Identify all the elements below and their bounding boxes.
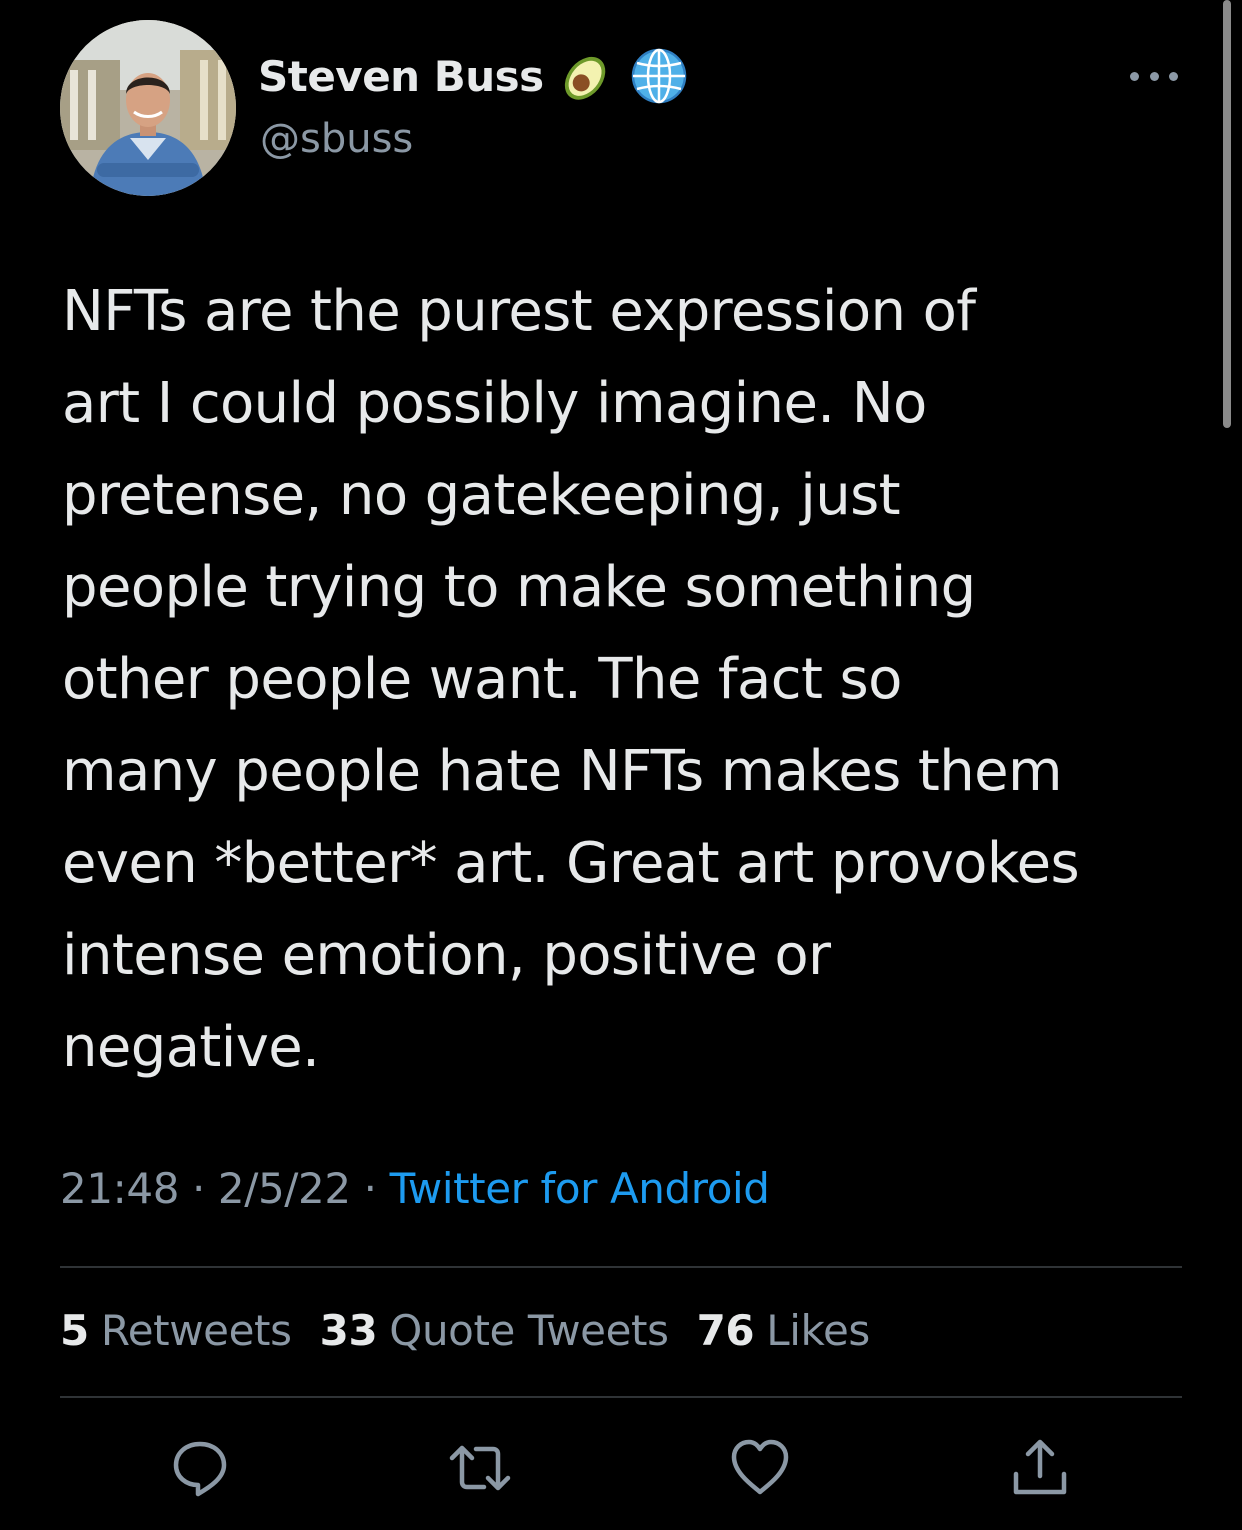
more-options-icon[interactable] [1128, 60, 1180, 92]
divider [60, 1266, 1182, 1268]
likes-count: 76 [696, 1306, 755, 1355]
tweet-text: NFTs are the purest expression of art I … [62, 266, 1202, 1094]
quote-tweets-count: 33 [319, 1306, 378, 1355]
divider [60, 1396, 1182, 1398]
tweet-line: pretense, no gatekeeping, just [62, 463, 901, 528]
reply-icon[interactable] [168, 1436, 232, 1500]
meta-separator: · [179, 1164, 218, 1213]
retweets-count: 5 [60, 1306, 89, 1355]
quote-tweets-stat[interactable]: 33 Quote Tweets [320, 1306, 669, 1355]
retweets-label: Retweets [100, 1306, 292, 1355]
tweet-stats: 5 Retweets 33 Quote Tweets 76 Likes [60, 1306, 870, 1355]
quote-tweets-label: Quote Tweets [389, 1306, 669, 1355]
likes-label: Likes [766, 1306, 870, 1355]
tweet-meta: 21:48 · 2/5/22 · Twitter for Android [60, 1164, 770, 1213]
tweet-line: even *better* art. Great art provokes [62, 831, 1080, 896]
retweets-stat[interactable]: 5 Retweets [60, 1306, 292, 1355]
avatar[interactable] [60, 20, 236, 196]
author-handle[interactable]: @sbuss [260, 116, 413, 162]
tweet-line: negative. [62, 1015, 320, 1080]
avocado-icon [564, 56, 605, 100]
like-icon[interactable] [728, 1436, 792, 1500]
more-dot [1130, 71, 1139, 81]
tweet-line: intense emotion, positive or [62, 923, 831, 988]
tweet-time[interactable]: 21:48 [60, 1164, 179, 1213]
more-dot [1149, 71, 1159, 81]
tweet-line: art I could possibly imagine. No [62, 371, 927, 436]
display-name[interactable]: Steven Buss [258, 52, 544, 101]
tweet-line: many people hate NFTs makes them [62, 739, 1063, 804]
more-dot [1169, 71, 1178, 81]
tweet-line: NFTs are the purest expression of [62, 279, 976, 344]
globe-icon [631, 48, 686, 104]
tweet-line: people trying to make something [62, 555, 976, 620]
retweet-icon[interactable] [448, 1436, 512, 1500]
tweet-line: other people want. The fact so [62, 647, 902, 712]
likes-stat[interactable]: 76 Likes [696, 1306, 871, 1355]
tweet-source-link[interactable]: Twitter for Android [390, 1164, 770, 1213]
share-icon[interactable] [1008, 1436, 1072, 1500]
avatar-image [60, 20, 236, 196]
scrollbar[interactable] [1223, 0, 1231, 428]
author-name-row[interactable]: Steven Buss [258, 44, 688, 108]
tweet-date[interactable]: 2/5/22 [218, 1164, 351, 1213]
meta-separator: · [350, 1164, 390, 1213]
